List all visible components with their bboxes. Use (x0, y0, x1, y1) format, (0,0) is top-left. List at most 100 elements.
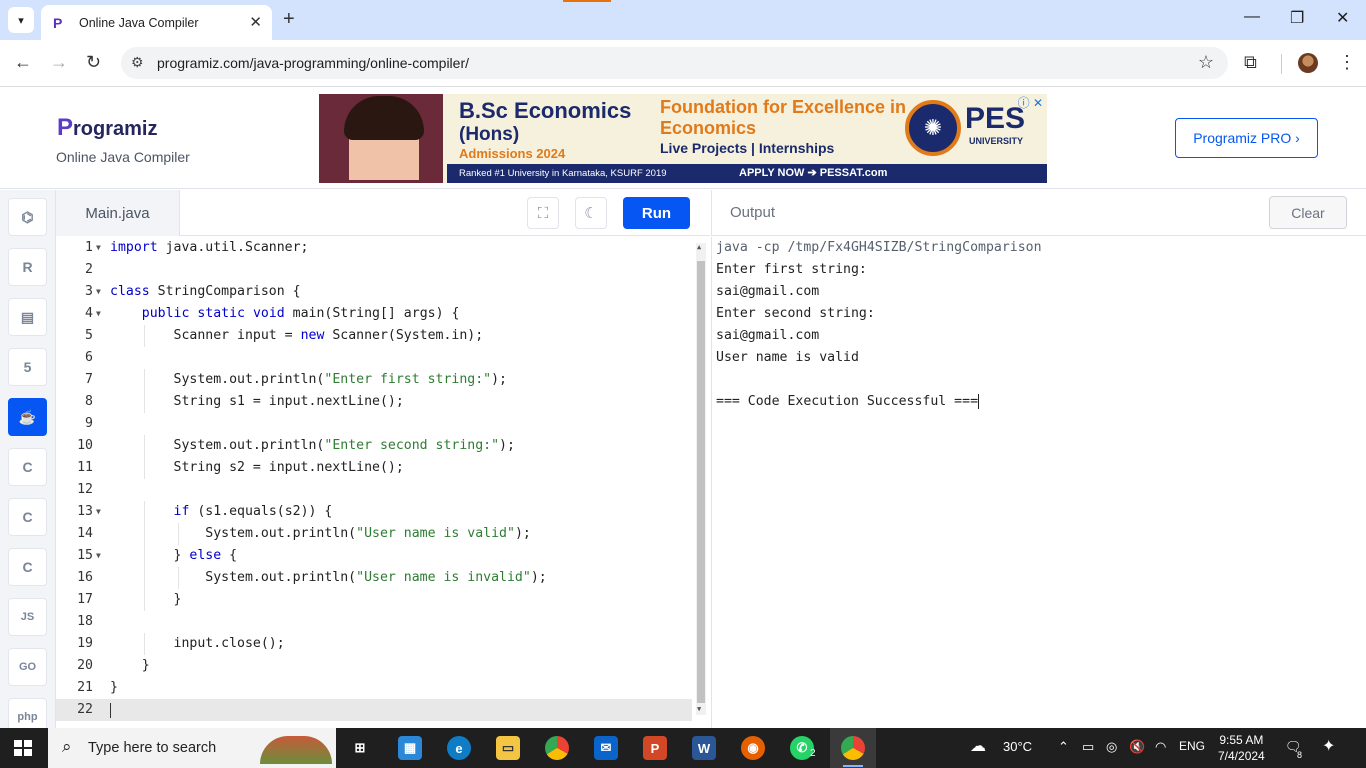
clear-button[interactable]: Clear (1269, 196, 1347, 229)
language-cpp-icon[interactable]: C (8, 498, 47, 536)
code-line[interactable]: 16 System.out.println("User name is inva… (56, 567, 696, 589)
forward-icon[interactable]: → (50, 52, 68, 73)
system-clock[interactable]: 9:55 AM 7/4/2024 (1218, 732, 1265, 764)
back-icon[interactable]: ← (14, 52, 32, 73)
window-close-icon[interactable]: ✕ (1336, 8, 1349, 28)
code-line[interactable]: 22 (56, 699, 692, 721)
whatsapp-badge: 2 (810, 748, 816, 759)
code-editor[interactable]: 1 ▼ import java.util.Scanner; 2 3 ▼ class Stri… (56, 237, 710, 728)
mail-icon[interactable]: ✉ (594, 736, 618, 760)
weather-cloud-icon[interactable]: ☁ (970, 736, 986, 756)
language-java-icon[interactable]: ☕ (8, 398, 47, 436)
language-js-icon[interactable]: JS (8, 598, 47, 636)
url-bar[interactable]: ⚙ programiz.com/java-programming/online-… (121, 47, 1228, 79)
code-line[interactable]: 18 (56, 611, 696, 633)
taskbar-search-box[interactable]: ⌕ Type here to search (48, 728, 336, 768)
task-view-icon[interactable]: ⊞ (348, 736, 372, 760)
tab-close-icon[interactable]: ✕ (249, 13, 262, 31)
profile-avatar[interactable] (1298, 53, 1318, 73)
reload-icon[interactable]: ↻ (86, 52, 101, 73)
edge-icon[interactable]: e (447, 736, 471, 760)
scroll-down-icon[interactable]: ▼ (697, 705, 701, 713)
firefox-icon[interactable]: ◉ (741, 736, 765, 760)
code-line[interactable]: 2 (56, 259, 696, 281)
code-line[interactable]: 6 (56, 347, 696, 369)
code-line[interactable]: 3 ▼ class StringComparison { (56, 281, 696, 303)
programiz-logo[interactable]: Programiz (57, 114, 157, 142)
code-line[interactable]: 12 (56, 479, 696, 501)
ad-close-icon[interactable]: ⓘ ✕ (1018, 94, 1043, 111)
site-info-icon[interactable]: ⚙ (131, 54, 144, 71)
code-line[interactable]: 19 input.close(); (56, 633, 696, 655)
word-icon[interactable]: W (692, 736, 716, 760)
run-button[interactable]: Run (623, 197, 690, 229)
fold-chevron-icon[interactable]: ▼ (96, 237, 101, 259)
microsoft-store-icon[interactable]: ▦ (398, 736, 422, 760)
code-line[interactable]: 15 ▼ } else { (56, 545, 696, 567)
output-line: sai@gmail.com (716, 281, 819, 303)
code-line[interactable]: 5 Scanner input = new Scanner(System.in)… (56, 325, 696, 347)
volume-muted-icon[interactable]: 🔇 (1129, 739, 1145, 755)
ad-apply-now[interactable]: APPLY NOW ➔ PESSAT.com (739, 166, 887, 179)
code-line[interactable]: 11 String s2 = input.nextLine(); (56, 457, 696, 479)
line-number: 21 (77, 680, 93, 695)
fold-chevron-icon[interactable]: ▼ (96, 545, 101, 567)
battery-icon[interactable]: ▭ (1082, 739, 1094, 755)
ad-brand-sub: UNIVERSITY (969, 136, 1024, 146)
editor-scrollbar[interactable]: ▲ ▼ (696, 243, 706, 715)
tray-chevron-icon[interactable]: ⌃ (1058, 739, 1069, 755)
language-r-icon[interactable]: R (8, 248, 47, 286)
active-chrome-window[interactable] (830, 728, 876, 768)
code-line[interactable]: 14 System.out.println("User name is vali… (56, 523, 696, 545)
file-explorer-icon[interactable]: ▭ (496, 736, 520, 760)
language-csharp-icon[interactable]: C (8, 548, 47, 586)
fold-chevron-icon[interactable]: ▼ (96, 303, 101, 325)
scrollbar-thumb[interactable] (697, 261, 705, 703)
code-line[interactable]: 9 (56, 413, 696, 435)
scroll-up-icon[interactable]: ▲ (697, 243, 701, 251)
copilot-icon[interactable]: ✦ (1322, 736, 1335, 756)
powerpoint-icon[interactable]: P (643, 736, 667, 760)
extensions-icon[interactable]: ⧉ (1244, 52, 1257, 73)
code-line[interactable]: 8 String s1 = input.nextLine(); (56, 391, 696, 413)
meet-icon[interactable]: ◎ (1106, 739, 1117, 755)
windows-start-icon[interactable] (14, 740, 32, 756)
code-line[interactable]: 4 ▼ public static void main(String[] args… (56, 303, 696, 325)
temperature-text[interactable]: 30°C (1003, 739, 1032, 754)
fold-chevron-icon[interactable]: ▼ (96, 281, 101, 303)
fullscreen-icon[interactable]: ⛶ (527, 197, 559, 229)
line-number: 14 (77, 526, 93, 541)
browser-tab[interactable]: P Online Java Compiler ✕ (41, 5, 272, 40)
tab-search-chevron-icon[interactable]: ▾ (8, 7, 34, 33)
code-line[interactable]: 7 System.out.println("Enter first string… (56, 369, 696, 391)
code-line[interactable]: 17 } (56, 589, 696, 611)
search-placeholder: Type here to search (88, 740, 217, 756)
output-text: Enter first string: (716, 262, 867, 277)
output-console[interactable]: java -cp /tmp/Fx4GH4SIZB/StringCompariso… (711, 237, 1366, 728)
code-line[interactable]: 21} (56, 677, 696, 699)
language-html-icon[interactable]: 5 (8, 348, 47, 386)
language-sql-icon[interactable]: ▤ (8, 298, 47, 336)
language-c-icon[interactable]: C (8, 448, 47, 486)
minimize-icon[interactable]: — (1244, 8, 1260, 26)
language-python-icon[interactable]: ⌬ (8, 198, 47, 236)
chrome-icon[interactable] (545, 736, 569, 760)
code-line[interactable]: 20 } (56, 655, 696, 677)
code-line[interactable]: 1 ▼ import java.util.Scanner; (56, 237, 696, 259)
programiz-pro-button[interactable]: Programiz PRO › (1175, 118, 1318, 158)
fold-chevron-icon[interactable]: ▼ (96, 501, 101, 523)
dark-mode-moon-icon[interactable]: ☾ (575, 197, 607, 229)
wifi-icon[interactable]: ◠ (1155, 739, 1166, 755)
url-text[interactable]: programiz.com/java-programming/online-co… (157, 55, 469, 71)
code-line[interactable]: 13 ▼ if (s1.equals(s2)) { (56, 501, 696, 523)
file-tab-main-java[interactable]: Main.java (56, 190, 180, 236)
code-line[interactable]: 10 System.out.println("Enter second stri… (56, 435, 696, 457)
advertisement-banner[interactable]: B.Sc Economics (Hons) Admissions 2024 Fo… (319, 94, 1047, 183)
language-indicator[interactable]: ENG (1179, 739, 1205, 753)
new-tab-icon[interactable]: + (283, 8, 295, 31)
browser-menu-icon[interactable]: ⋮ (1338, 52, 1356, 73)
language-go-icon[interactable]: GO (8, 648, 47, 686)
restore-icon[interactable]: ❐ (1290, 8, 1304, 28)
line-number: 5 (85, 328, 93, 343)
bookmark-star-icon[interactable]: ☆ (1198, 52, 1214, 73)
